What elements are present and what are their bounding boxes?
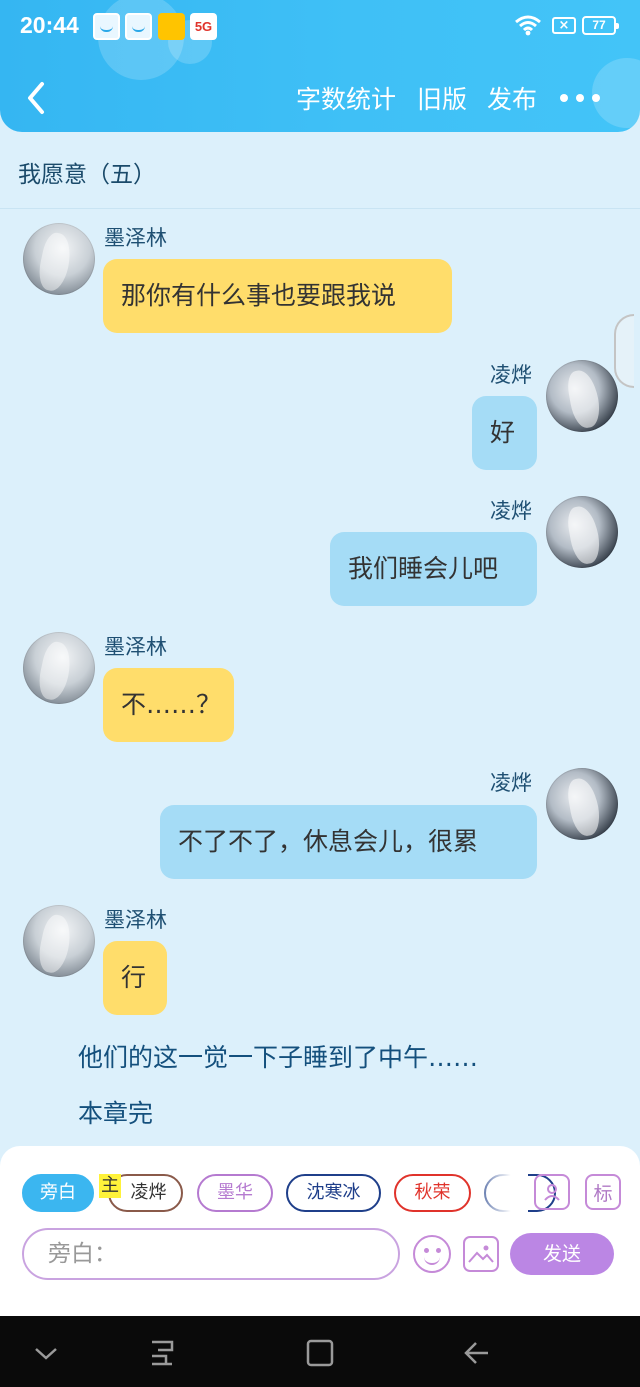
character-chip-mohua[interactable]: 墨华 bbox=[197, 1174, 273, 1212]
narration-text[interactable]: 本章完 bbox=[78, 1094, 153, 1130]
character-chip-shenhanbing[interactable]: 沈寒冰 bbox=[286, 1174, 381, 1212]
message-bubble[interactable]: 不了不了，休息会儿，很累 bbox=[160, 805, 537, 879]
message-bubble[interactable]: 我们睡会儿吧 bbox=[330, 532, 537, 606]
home-icon[interactable] bbox=[304, 1338, 336, 1368]
speaker-name: 凌烨 bbox=[490, 499, 532, 523]
system-navigation-bar bbox=[0, 1316, 640, 1387]
notes-icon bbox=[158, 13, 185, 40]
message-bubble[interactable]: 好 bbox=[472, 396, 537, 470]
emoji-icon[interactable] bbox=[413, 1235, 451, 1273]
avatar[interactable] bbox=[23, 905, 95, 977]
main-character-badge: 主 bbox=[99, 1174, 121, 1198]
divider bbox=[0, 208, 640, 209]
avatar[interactable] bbox=[546, 360, 618, 432]
word-count-button[interactable]: 字数统计 bbox=[296, 80, 396, 116]
narration-text[interactable]: 他们的这一觉一下子睡到了中午…… bbox=[78, 1038, 478, 1074]
avatar[interactable] bbox=[23, 632, 95, 704]
shopping-bag-icon bbox=[125, 13, 152, 40]
wifi-icon bbox=[515, 15, 541, 36]
avatar[interactable] bbox=[546, 496, 618, 568]
5g-app-icon: 5G bbox=[190, 13, 217, 40]
more-options-icon[interactable] bbox=[560, 84, 600, 112]
chapter-title[interactable]: 我愿意（五） bbox=[18, 155, 156, 189]
tag-button[interactable]: 标 bbox=[585, 1174, 621, 1210]
send-button[interactable]: 发送 bbox=[510, 1233, 614, 1275]
battery-icon: 77 bbox=[582, 16, 619, 35]
no-sim-icon: × bbox=[552, 17, 576, 34]
speaker-name: 凌烨 bbox=[490, 771, 532, 795]
chip-scroll-fade bbox=[470, 1166, 528, 1222]
character-chip-qiurong[interactable]: 秋荣 bbox=[394, 1174, 471, 1212]
character-chip-narrator[interactable]: 旁白 bbox=[22, 1174, 94, 1212]
old-version-button[interactable]: 旧版 bbox=[417, 80, 467, 116]
avatar[interactable] bbox=[546, 768, 618, 840]
message-bubble[interactable]: 那你有什么事也要跟我说 bbox=[103, 259, 452, 333]
shopping-bag-icon bbox=[93, 13, 120, 40]
publish-button[interactable]: 发布 bbox=[487, 80, 537, 116]
chevron-down-icon[interactable] bbox=[30, 1338, 62, 1368]
speaker-name: 凌烨 bbox=[490, 363, 532, 387]
top-app-bar: 20:44 5G × 77 字数统计 旧版 发布 bbox=[0, 0, 640, 132]
recent-apps-icon[interactable] bbox=[146, 1338, 178, 1368]
message-input[interactable]: 旁白： bbox=[22, 1228, 400, 1280]
message-bubble[interactable]: 不……？ bbox=[103, 668, 234, 742]
speaker-name: 墨泽林 bbox=[104, 226, 167, 250]
message-bubble[interactable]: 行 bbox=[103, 941, 167, 1015]
status-bar: 20:44 5G × 77 bbox=[0, 0, 640, 56]
back-arrow-icon[interactable] bbox=[20, 78, 54, 118]
avatar[interactable] bbox=[23, 223, 95, 295]
back-nav-icon[interactable] bbox=[460, 1338, 492, 1368]
scroll-handle[interactable] bbox=[614, 314, 634, 388]
image-icon[interactable] bbox=[463, 1236, 499, 1272]
speaker-name: 墨泽林 bbox=[104, 635, 167, 659]
character-manage-icon[interactable] bbox=[534, 1174, 570, 1210]
status-time: 20:44 bbox=[20, 12, 79, 38]
speaker-name: 墨泽林 bbox=[104, 908, 167, 932]
